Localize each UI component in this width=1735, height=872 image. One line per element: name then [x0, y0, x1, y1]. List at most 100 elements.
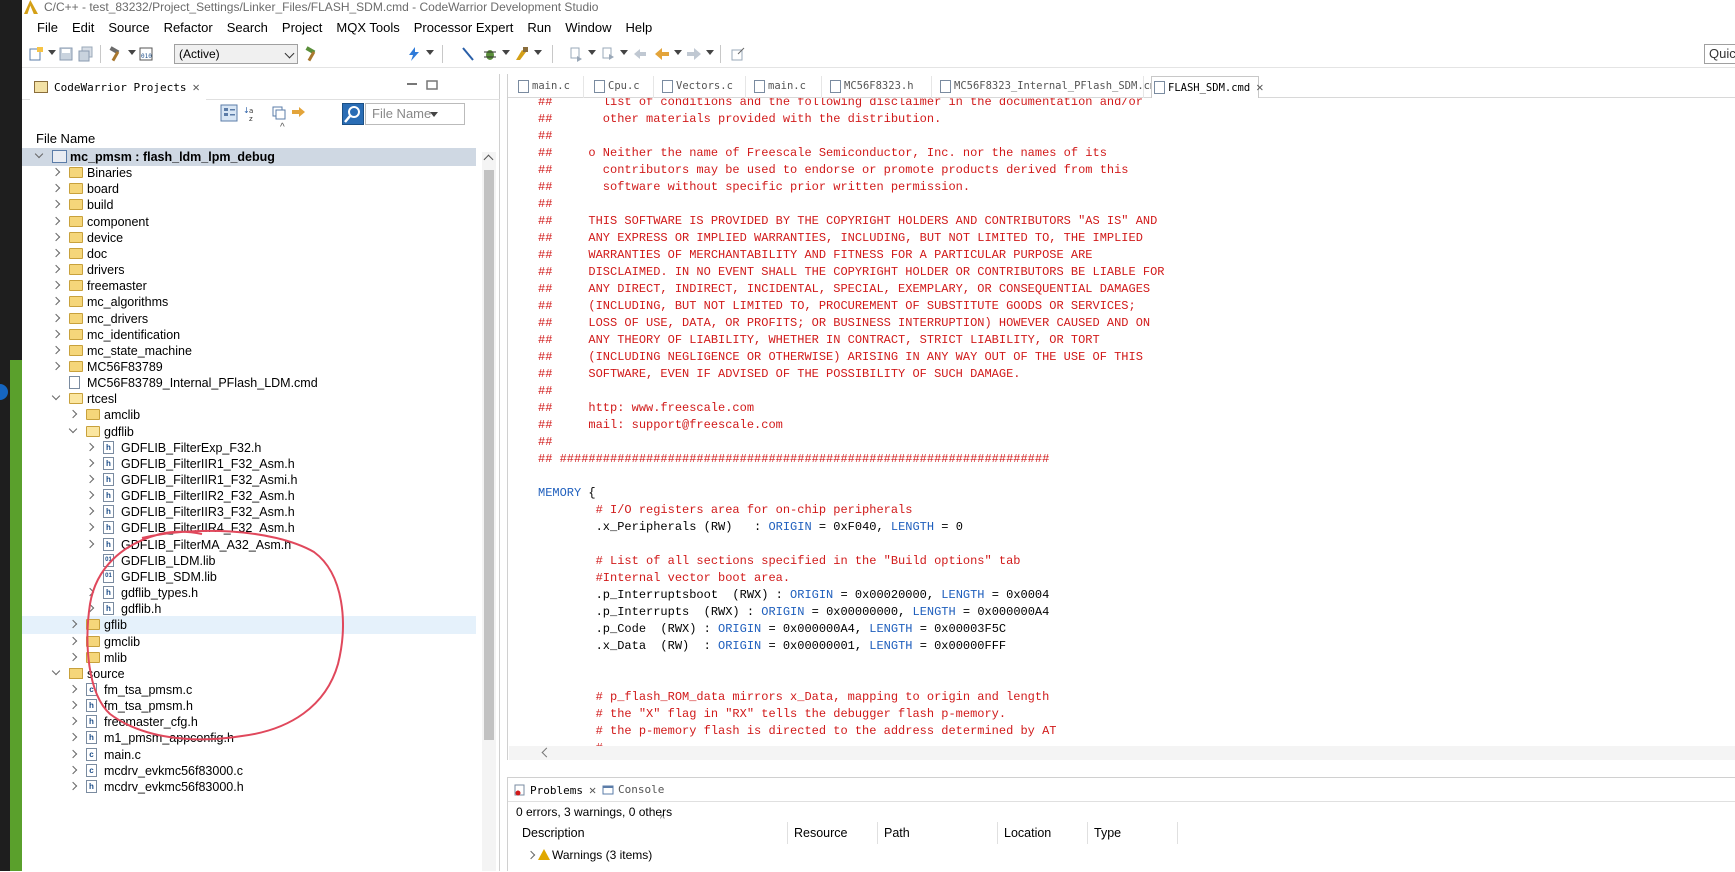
menu-run[interactable]: Run: [520, 20, 558, 35]
editor-tab[interactable]: Vectors.c: [660, 76, 746, 98]
menu-window[interactable]: Window: [558, 20, 618, 35]
chevron-right-icon[interactable]: [85, 474, 95, 484]
menu-help[interactable]: Help: [619, 20, 660, 35]
menu-mqx-tools[interactable]: MQX Tools: [329, 20, 406, 35]
next-annotation-icon[interactable]: [568, 46, 584, 62]
chevron-right-icon[interactable]: [85, 442, 95, 451]
column-header-description[interactable]: Description: [516, 822, 788, 844]
debug-pen-icon[interactable]: [460, 46, 476, 62]
forward-dropdown-icon[interactable]: [706, 50, 714, 55]
build-config-icon[interactable]: 010: [138, 46, 154, 62]
debug-bug-icon[interactable]: [482, 46, 498, 62]
new-dropdown-icon[interactable]: [48, 50, 56, 55]
editor-tab[interactable]: Cpu.c: [592, 76, 654, 98]
column-header-location[interactable]: Location: [998, 822, 1088, 844]
back-icon[interactable]: [654, 46, 670, 62]
chevron-right-icon[interactable]: [68, 636, 78, 645]
tab-codewarrior-projects[interactable]: CodeWarrior Projects ✕: [30, 76, 206, 100]
save-icon[interactable]: [58, 46, 74, 62]
chevron-down-icon[interactable]: [51, 392, 61, 401]
close-icon[interactable]: ✕: [589, 781, 596, 799]
collapse-icon[interactable]: [270, 104, 288, 122]
column-header-path[interactable]: Path: [878, 822, 998, 844]
chevron-right-icon[interactable]: [68, 733, 78, 742]
prev-annotation-dropdown-icon[interactable]: [620, 50, 628, 55]
close-icon[interactable]: ✕: [1256, 77, 1263, 97]
chevron-right-icon[interactable]: [85, 587, 95, 597]
forward-icon[interactable]: [686, 46, 702, 62]
chevron-down-icon[interactable]: [51, 666, 61, 676]
next-annotation-dropdown-icon[interactable]: [588, 50, 596, 55]
scroll-left-icon[interactable]: [541, 747, 552, 758]
projects-scrollbar[interactable]: [482, 152, 496, 871]
horizontal-scrollbar[interactable]: [509, 746, 1735, 760]
chevron-right-icon[interactable]: [51, 329, 61, 338]
quick-access-input[interactable]: Quick Ac: [1704, 44, 1735, 64]
menu-file[interactable]: File: [30, 20, 65, 35]
column-header-type[interactable]: Type: [1088, 822, 1178, 844]
chevron-right-icon[interactable]: [85, 603, 95, 613]
close-icon[interactable]: ✕: [192, 76, 199, 98]
back-dropdown-icon[interactable]: [674, 50, 682, 55]
save-all-icon[interactable]: [78, 46, 94, 62]
chevron-right-icon[interactable]: [68, 684, 78, 694]
chevron-right-icon[interactable]: [51, 248, 61, 258]
chevron-right-icon[interactable]: [51, 313, 61, 322]
build-hammer-icon[interactable]: [108, 46, 124, 62]
chevron-right-icon[interactable]: [68, 652, 78, 661]
collapse-all-icon[interactable]: [220, 104, 238, 122]
warnings-row[interactable]: Warnings (3 items): [516, 846, 816, 864]
editor-tab[interactable]: MC56F8323.h: [828, 76, 932, 98]
chevron-down-icon[interactable]: [68, 424, 78, 433]
flash-dropdown-icon[interactable]: [426, 50, 434, 55]
chevron-right-icon[interactable]: [68, 410, 78, 419]
menu-project[interactable]: Project: [275, 20, 329, 35]
chevron-right-icon[interactable]: [68, 765, 78, 774]
chevron-right-icon[interactable]: [51, 297, 61, 306]
maximize-icon[interactable]: [426, 80, 438, 90]
column-header-resource[interactable]: Resource: [788, 822, 878, 844]
editor-tab[interactable]: main.c: [516, 76, 584, 98]
chevron-right-icon[interactable]: [51, 264, 61, 274]
build-dropdown-icon[interactable]: [128, 50, 136, 55]
link-with-editor-icon[interactable]: [290, 104, 308, 122]
chevron-right-icon[interactable]: [51, 184, 61, 193]
chevron-right-icon[interactable]: [68, 717, 78, 726]
run-tool-icon[interactable]: [514, 46, 530, 62]
chevron-down-icon[interactable]: [34, 149, 44, 159]
scroll-up-icon[interactable]: [483, 154, 494, 165]
sort-az-icon[interactable]: ↓ az: [242, 104, 260, 122]
chevron-right-icon[interactable]: [51, 345, 61, 355]
chevron-right-icon[interactable]: [85, 523, 95, 532]
editor-tab[interactable]: main.c: [752, 76, 822, 98]
debug-dropdown-icon[interactable]: [502, 50, 510, 55]
code-editor[interactable]: ## list of conditions and the following …: [538, 98, 1728, 748]
chevron-right-icon[interactable]: [85, 507, 95, 516]
chevron-right-icon[interactable]: [526, 850, 536, 860]
chevron-right-icon[interactable]: [85, 490, 95, 500]
column-header-file-name[interactable]: File Name: [36, 130, 95, 148]
chevron-right-icon[interactable]: [51, 361, 61, 371]
menu-refactor[interactable]: Refactor: [157, 20, 220, 35]
menu-processor-expert[interactable]: Processor Expert: [407, 20, 521, 35]
new-icon[interactable]: [28, 46, 44, 62]
editor-tab[interactable]: MC56F8323_Internal_PFlash_SDM.cmd: [938, 76, 1163, 98]
last-edit-icon[interactable]: [632, 46, 648, 62]
search-icon[interactable]: [342, 103, 364, 125]
chevron-right-icon[interactable]: [68, 700, 78, 710]
menu-edit[interactable]: Edit: [65, 20, 101, 35]
chevron-right-icon[interactable]: [51, 216, 61, 225]
file-name-filter-input[interactable]: File Name: [365, 103, 465, 125]
chevron-right-icon[interactable]: [51, 200, 61, 209]
menu-search[interactable]: Search: [220, 20, 275, 35]
minimize-icon[interactable]: [406, 80, 418, 90]
pin-editor-icon[interactable]: [730, 46, 746, 62]
tree-item[interactable]: h mcdrv_evkmc56f83000.h: [22, 778, 476, 796]
view-menu-icon[interactable]: [430, 112, 438, 117]
chevron-right-icon[interactable]: [51, 232, 61, 241]
chevron-right-icon[interactable]: [51, 167, 61, 177]
tab-console[interactable]: Console: [600, 781, 664, 801]
chevron-right-icon[interactable]: [68, 749, 78, 758]
chevron-right-icon[interactable]: [51, 280, 61, 290]
chevron-right-icon[interactable]: [68, 620, 78, 629]
